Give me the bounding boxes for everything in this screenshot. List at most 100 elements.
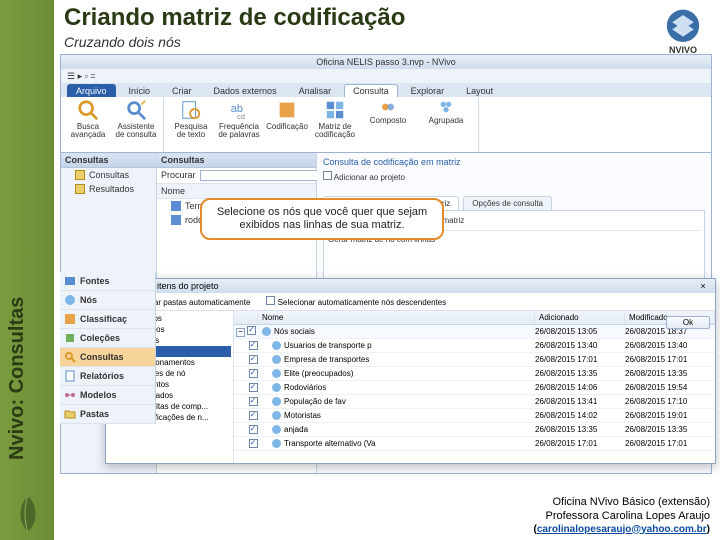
tab-opcoes[interactable]: Opções de consulta [463, 196, 552, 210]
row-checkbox[interactable] [249, 439, 258, 448]
ribbon-tab-dados[interactable]: Dados externos [205, 84, 286, 97]
window-title: Oficina NELIS passo 3.nvp - NVivo [316, 57, 455, 67]
ribbon-tab-layout[interactable]: Layout [457, 84, 502, 97]
row-checkbox[interactable] [249, 397, 258, 406]
node-icon [272, 439, 281, 448]
node-icon [272, 411, 281, 420]
row-checkbox[interactable] [249, 341, 258, 350]
nav-header: Consultas [61, 153, 156, 168]
row-checkbox[interactable] [249, 355, 258, 364]
rail-colecoes[interactable]: Coleções [60, 329, 155, 348]
table-row[interactable]: Usuarios de transporte p26/08/2015 13:40… [234, 339, 715, 353]
ok-button[interactable]: Ok [666, 316, 710, 329]
ribbon-btn-matriz[interactable]: Matriz de codificação [314, 99, 356, 139]
rail-relatorios[interactable]: Relatórios [60, 367, 155, 386]
ribbon-btn-freq[interactable]: abcdFrequência de palavras [218, 99, 260, 139]
node-icon [272, 397, 281, 406]
rail-consultas[interactable]: Consultas [60, 348, 155, 367]
ribbon-tab-explorar[interactable]: Explorar [402, 84, 454, 97]
node-icon [272, 425, 281, 434]
sources-icon [64, 275, 76, 287]
collapse-icon[interactable]: − [236, 328, 245, 337]
ribbon-group-criar: Pesquisa de texto abcdFrequência de pala… [164, 97, 479, 152]
auto-descend-checkbox[interactable]: Selecionar automaticamente nós descenden… [266, 296, 446, 307]
table-row[interactable]: Elite (preocupados)26/08/2015 13:3526/08… [234, 367, 715, 381]
node-icon [262, 327, 271, 336]
node-icon [272, 355, 281, 364]
row-checkbox[interactable] [249, 425, 258, 434]
folder-icon [75, 170, 85, 180]
class-icon [64, 313, 76, 325]
dialog-titlebar: Selecionar itens do projeto × [106, 279, 715, 293]
table-row[interactable]: Rodoviários26/08/2015 14:0626/08/2015 19… [234, 381, 715, 395]
node-icon [272, 383, 281, 392]
row-checkbox[interactable] [249, 411, 258, 420]
search-input[interactable] [200, 170, 318, 181]
row-checkbox[interactable] [249, 369, 258, 378]
query-icon [171, 215, 181, 225]
table-row-parent[interactable]: − Nós sociais 26/08/2015 13:05 26/08/201… [234, 325, 715, 339]
dialog-table: Nome Adicionado Modificado − Nós sociais… [234, 311, 715, 463]
table-row[interactable]: anjada26/08/2015 13:3526/08/2015 13:35 [234, 423, 715, 437]
leaf-logo [12, 494, 44, 534]
table-row[interactable]: Transporte alternativo (Va26/08/2015 17:… [234, 437, 715, 451]
ribbon-btn-codif[interactable]: Codificação [266, 99, 308, 131]
node-icon [272, 341, 281, 350]
ribbon-body: Busca avançada Assistente de consulta Pe… [61, 97, 711, 153]
svg-text:cd: cd [237, 112, 245, 121]
footer-line1: Oficina NVivo Básico (extensão) [534, 496, 710, 510]
ribbon-group-localizar: Busca avançada Assistente de consulta [61, 97, 164, 152]
row-checkbox[interactable] [249, 383, 258, 392]
nav-item-consultas[interactable]: Consultas [61, 168, 156, 182]
ribbon-tab-consulta[interactable]: Consulta [344, 84, 398, 97]
compound-icon [380, 99, 396, 115]
ribbon-btn-pesquisa-texto[interactable]: Pesquisa de texto [170, 99, 212, 139]
nav-item-resultados[interactable]: Resultados [61, 182, 156, 196]
reports-icon [64, 370, 76, 382]
close-icon[interactable]: × [697, 281, 709, 291]
rail-nos[interactable]: Nós [60, 291, 155, 310]
ribbon-btn-assistente[interactable]: Assistente de consulta [115, 99, 157, 139]
search-icon [77, 99, 99, 121]
coding-icon [276, 99, 298, 121]
ok-button-area: Ok [666, 316, 710, 330]
list-header: Consultas [157, 153, 316, 168]
word-freq-icon: abcd [228, 99, 250, 121]
folders-icon [64, 408, 76, 420]
ribbon-tab-inicio[interactable]: Início [120, 84, 160, 97]
slide-subtitle: Cruzando dois nós [64, 34, 181, 50]
ribbon-tab-file[interactable]: Arquivo [67, 84, 116, 97]
node-icon [272, 369, 281, 378]
add-project-label: Adicionar ao projeto [334, 173, 405, 182]
ribbon-btn-busca[interactable]: Busca avançada [67, 99, 109, 139]
collections-icon [64, 332, 76, 344]
rail-pastas[interactable]: Pastas [60, 405, 155, 424]
window-titlebar: Oficina NELIS passo 3.nvp - NVivo [61, 55, 711, 69]
table-row[interactable]: População de fav26/08/2015 13:4126/08/20… [234, 395, 715, 409]
vertical-label: Nvivo: Consultas [6, 297, 29, 460]
breadcrumb: Consulta de codificação em matriz [323, 157, 705, 167]
group-icon [438, 99, 454, 115]
nodes-icon [64, 294, 76, 306]
table-row[interactable]: Empresa de transportes26/08/2015 17:0126… [234, 353, 715, 367]
search-label: Procurar [161, 170, 196, 181]
wizard-icon [125, 99, 147, 121]
rail-modelos[interactable]: Modelos [60, 386, 155, 405]
ribbon-tabs: Arquivo Início Criar Dados externos Anal… [61, 83, 711, 97]
slide-footer: Oficina NVivo Básico (extensão) Professo… [534, 496, 710, 536]
footer-email: carolinalopesaraujo@yahoo.com.br [537, 524, 707, 535]
ribbon-btn-agrupada[interactable]: Agrupada [420, 99, 472, 125]
rail-fontes[interactable]: Fontes [60, 272, 155, 291]
ribbon-tab-criar[interactable]: Criar [163, 84, 201, 97]
select-items-dialog: Selecionar itens do projeto × Selecionar… [105, 278, 716, 464]
annotation-callout: Selecione os nós que você quer que sejam… [200, 198, 444, 240]
quick-access: ☰ ▸ ▫ = [61, 69, 711, 83]
rail-classif[interactable]: Classificaç [60, 310, 155, 329]
ribbon-tab-analisar[interactable]: Analisar [290, 84, 341, 97]
nvivo-logo: NVIVO [656, 6, 710, 60]
row-checkbox[interactable] [247, 326, 256, 335]
add-project-checkbox[interactable] [323, 171, 332, 180]
slide-title: Criando matriz de codificação [64, 4, 405, 32]
ribbon-btn-composto[interactable]: Composto [362, 99, 414, 125]
table-row[interactable]: Motoristas26/08/2015 14:0226/08/2015 19:… [234, 409, 715, 423]
